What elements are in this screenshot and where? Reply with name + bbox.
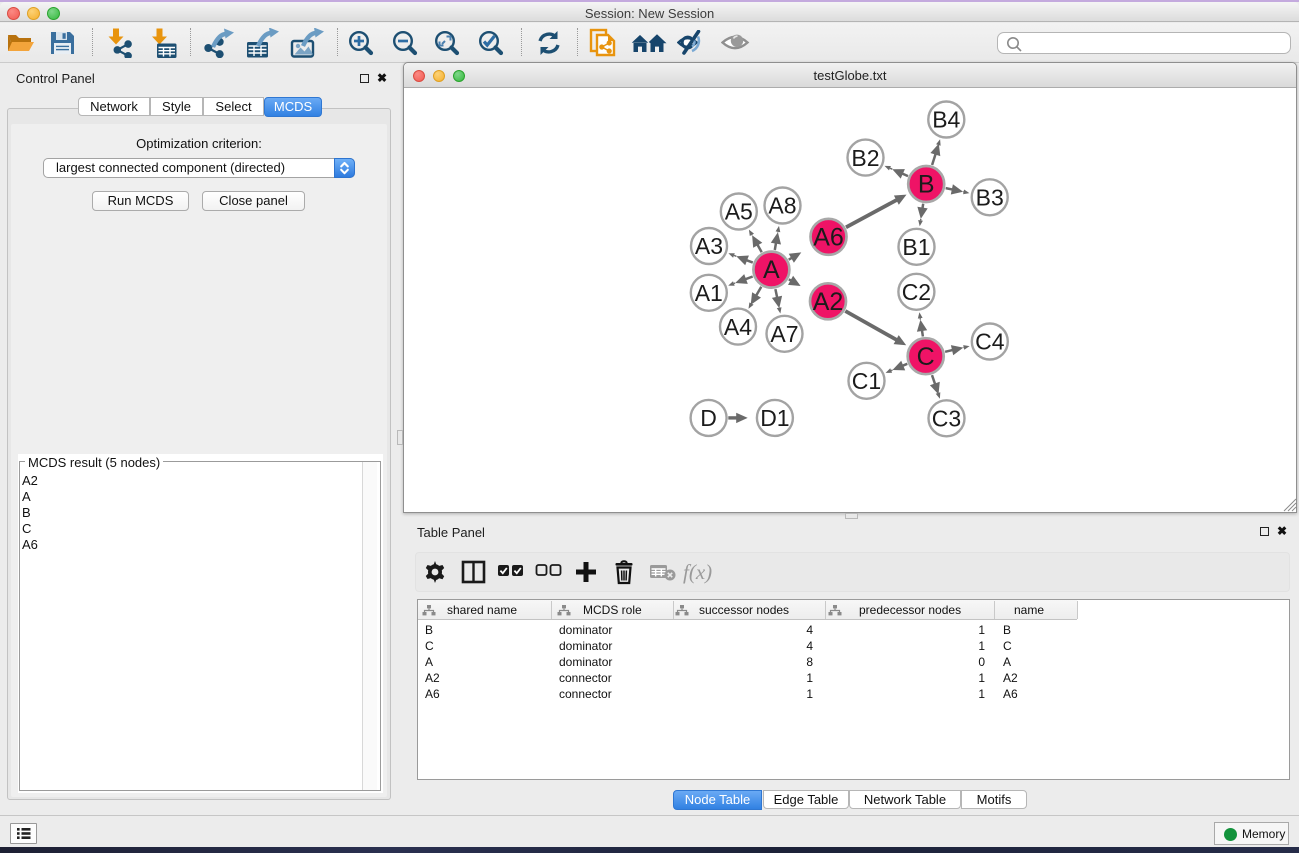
svg-text:B2: B2	[851, 145, 879, 171]
svg-text:A5: A5	[725, 199, 753, 225]
svg-text:B3: B3	[976, 185, 1004, 211]
svg-text:C3: C3	[932, 406, 961, 432]
svg-text:C4: C4	[975, 329, 1005, 355]
svg-text:A4: A4	[724, 314, 752, 340]
svg-text:C2: C2	[902, 279, 931, 305]
svg-text:D: D	[700, 405, 717, 431]
svg-text:B: B	[918, 171, 935, 199]
svg-text:B1: B1	[902, 234, 930, 260]
svg-text:A2: A2	[813, 288, 844, 316]
svg-text:A: A	[763, 256, 780, 284]
svg-text:D1: D1	[760, 405, 789, 431]
svg-text:A1: A1	[695, 280, 723, 306]
svg-text:A7: A7	[770, 321, 798, 347]
svg-text:C1: C1	[852, 368, 881, 394]
svg-text:B4: B4	[932, 107, 960, 133]
svg-text:A3: A3	[695, 233, 723, 259]
svg-text:A6: A6	[813, 223, 844, 251]
svg-text:A8: A8	[768, 193, 796, 219]
svg-text:C: C	[917, 343, 935, 371]
